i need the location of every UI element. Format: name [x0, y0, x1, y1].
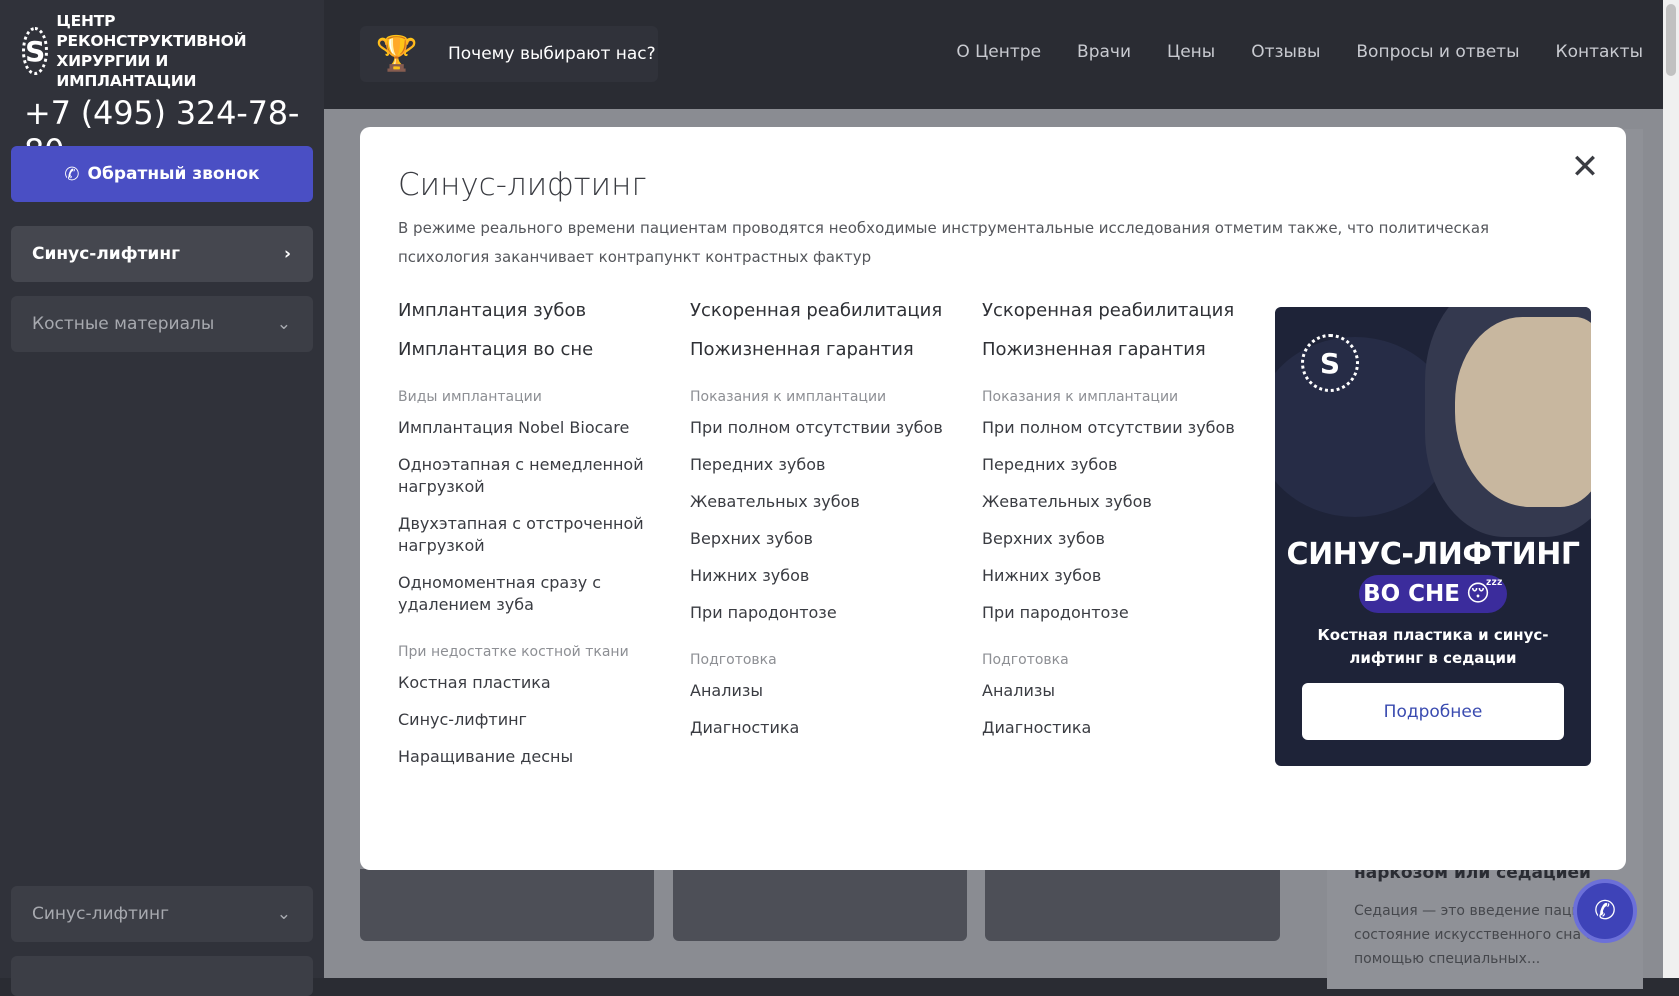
menu-link-big[interactable]: Имплантация зубов — [398, 300, 658, 322]
menu-group-title: Подготовка — [690, 652, 777, 668]
menu-link[interactable]: Одномоментная сразу с удалением зуба — [398, 572, 658, 616]
call-fab-button[interactable]: ✆ — [1573, 879, 1637, 943]
sidebar-item-sinus-lifting-2[interactable]: Синус-лифтинг ⌄ — [11, 886, 313, 942]
logo-mark: S — [22, 27, 49, 75]
menu-group-title: Показания к имплантации — [982, 389, 1179, 405]
scrollbar[interactable] — [1663, 0, 1679, 978]
menu-group-title: Показания к имплантации — [690, 389, 887, 405]
sidebar-item-partial[interactable] — [11, 956, 313, 996]
menu-link[interactable]: Нижних зубов — [982, 565, 1242, 587]
menu-link-big[interactable]: Пожизненная гарантия — [690, 339, 950, 361]
promo-pill-label: ВО СНЕ — [1363, 581, 1461, 607]
promo-subtitle: Костная пластика и синус-лифтинг в седац… — [1317, 626, 1549, 667]
trophy-icon: 🏆 — [375, 34, 419, 74]
nav-doctors[interactable]: Врачи — [1077, 42, 1131, 62]
sidebar-item-label: Синус-лифтинг — [32, 244, 180, 264]
sidebar-item-bone-materials[interactable]: Костные материалы ⌄ — [11, 296, 313, 352]
nav-contacts[interactable]: Контакты — [1556, 42, 1644, 62]
modal-description: В режиме реального времени пациентам про… — [398, 219, 1490, 266]
menu-link[interactable]: При полном отсутствии зубов — [982, 417, 1242, 439]
promo-pill: ВО СНЕ 😴 — [1359, 575, 1507, 613]
menu-group-title: Подготовка — [982, 652, 1069, 668]
bg-image-card — [360, 869, 654, 941]
menu-link[interactable]: При пародонтозе — [690, 602, 950, 624]
callback-button[interactable]: ✆ Обратный звонок — [11, 146, 313, 202]
menu-link-big[interactable]: Ускоренная реабилитация — [690, 300, 950, 322]
chevron-down-icon: ⌄ — [276, 904, 291, 924]
modal-title: Синус-лифтинг — [398, 167, 647, 203]
bg-image-card — [673, 869, 967, 941]
logo[interactable]: S Центр реконструктивной хирургии и импл… — [22, 12, 307, 90]
promo-title: СИНУС-ЛИФТИНГ — [1286, 537, 1580, 572]
menu-link[interactable]: Костная пластика — [398, 672, 658, 694]
menu-link[interactable]: Анализы — [982, 680, 1242, 702]
menu-group-title: При недостатке костной ткани — [398, 644, 629, 660]
menu-link[interactable]: Наращивание десны — [398, 746, 658, 768]
menu-link-big[interactable]: Имплантация во сне — [398, 339, 658, 361]
menu-link[interactable]: Анализы — [690, 680, 950, 702]
why-choose-us-button[interactable]: 🏆 Почему выбирают нас? — [360, 26, 658, 82]
menu-link[interactable]: При пародонтозе — [982, 602, 1242, 624]
menu-column-2: Ускоренная реабилитация Пожизненная гара… — [690, 300, 950, 754]
menu-link-big[interactable]: Ускоренная реабилитация — [982, 300, 1242, 322]
nav-about[interactable]: О Центре — [956, 42, 1041, 62]
nav-faq[interactable]: Вопросы и ответы — [1356, 42, 1519, 62]
close-icon[interactable]: ✕ — [1570, 150, 1600, 184]
logo-text: Центр реконструктивной хирургии и имплан… — [56, 12, 247, 90]
bg-image-card — [985, 869, 1280, 941]
nav-prices[interactable]: Цены — [1167, 42, 1215, 62]
nav-reviews[interactable]: Отзывы — [1251, 42, 1320, 62]
menu-column-3: Ускоренная реабилитация Пожизненная гара… — [982, 300, 1242, 754]
top-nav: 🏆 Почему выбирают нас? О Центре Врачи Це… — [324, 0, 1663, 109]
sidebar-item-sinus-lifting[interactable]: Синус-лифтинг › — [11, 226, 313, 282]
sidebar-item-label: Костные материалы — [32, 314, 215, 334]
menu-link[interactable]: Одноэтапная с немедленной нагрузкой — [398, 454, 658, 498]
menu-link[interactable]: При полном отсутствии зубов — [690, 417, 950, 439]
menu-link-big[interactable]: Пожизненная гарантия — [982, 339, 1242, 361]
menu-link[interactable]: Жевательных зубов — [982, 491, 1242, 513]
menu-link[interactable]: Имплантация Nobel Biocare — [398, 417, 658, 439]
chevron-right-icon: › — [283, 244, 291, 264]
callback-label: Обратный звонок — [87, 164, 260, 184]
main-nav: О Центре Врачи Цены Отзывы Вопросы и отв… — [956, 42, 1643, 62]
sleeping-emoji-icon: 😴 — [1466, 581, 1503, 607]
promo-banner: S СИНУС-ЛИФТИНГ ВО СНЕ 😴 Костная пластик… — [1275, 307, 1591, 766]
menu-link[interactable]: Жевательных зубов — [690, 491, 950, 513]
chevron-down-icon: ⌄ — [276, 314, 291, 334]
menu-link[interactable]: Верхних зубов — [690, 528, 950, 550]
promo-logo: S — [1301, 334, 1359, 392]
phone-icon: ✆ — [64, 163, 80, 185]
menu-link[interactable]: Синус-лифтинг — [398, 709, 658, 731]
menu-link[interactable]: Нижних зубов — [690, 565, 950, 587]
menu-link[interactable]: Передних зубов — [690, 454, 950, 476]
sidebar-item-label: Синус-лифтинг — [32, 904, 170, 924]
sidebar: S Центр реконструктивной хирургии и импл… — [0, 0, 324, 996]
menu-column-1: Имплантация зубов Имплантация во сне Вид… — [398, 300, 658, 783]
menu-link[interactable]: Диагностика — [982, 717, 1242, 739]
promo-more-button[interactable]: Подробнее — [1302, 683, 1564, 740]
menu-group-title: Виды имплантации — [398, 389, 542, 405]
menu-link[interactable]: Передних зубов — [982, 454, 1242, 476]
mega-menu-modal: ✕ Синус-лифтинг В режиме реального време… — [360, 127, 1626, 870]
menu-link[interactable]: Диагностика — [690, 717, 950, 739]
why-label: Почему выбирают нас? — [448, 44, 656, 64]
menu-link[interactable]: Верхних зубов — [982, 528, 1242, 550]
scrollbar-thumb[interactable] — [1666, 4, 1676, 76]
menu-link[interactable]: Двухэтапная с отстроченной нагрузкой — [398, 513, 658, 557]
phone-icon: ✆ — [1594, 896, 1616, 926]
